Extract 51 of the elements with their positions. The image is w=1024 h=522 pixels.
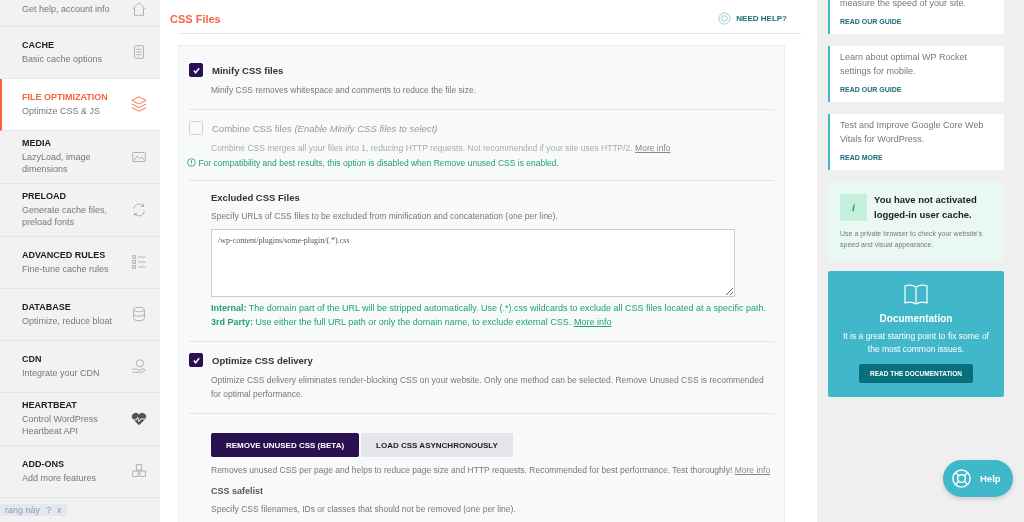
documentation-title: Documentation (879, 313, 953, 324)
info-icon: i (840, 193, 867, 221)
sidebar-item[interactable]: DATABASE Optimize, reduce bloat (0, 289, 160, 341)
lifebuoy-icon (951, 468, 972, 489)
notice-title: You have not activated logged-in user cache. (874, 193, 978, 222)
globe-hand-icon (130, 357, 148, 375)
excluded-files-field[interactable]: /wp-content/plugins/some-plugin/(.*).css (211, 229, 735, 297)
option-description: Optimize CSS delivery eliminates render-blocking CSS on your website. Only one method can be selected. Remove Unused CSS is recommended for optimal performance. (211, 374, 765, 401)
sidebar-item[interactable]: ADD-ONS Add more features (0, 446, 160, 498)
layers-icon (130, 95, 148, 113)
checkbox[interactable] (189, 63, 203, 77)
sidebar-item[interactable]: HEARTBEAT Control WordPress Heartbeat API (0, 393, 160, 446)
database-icon (130, 305, 148, 323)
compatibility-notice: For compatibility and best results, this option is disabled when Remove unused CSS is enabled. (187, 158, 774, 168)
sidebar-item[interactable]: ADVANCED RULES Fine-tune cache rules (0, 237, 160, 289)
checkmark-icon (191, 355, 201, 365)
guide-text: measure the speed of your site. (840, 0, 968, 10)
field-label: Excluded CSS Files (211, 192, 301, 203)
field-description: Specify URLs of CSS files to be excluded from minification and concatenation (one per line). (211, 210, 559, 223)
field-label: CSS safelist (211, 486, 265, 496)
checkmark-icon (191, 65, 201, 75)
option-description: Combine CSS merges all your files into 1, reducing HTTP requests. Not recommended if your site uses HTTP/2. More info (211, 142, 672, 155)
method-tab[interactable]: REMOVE UNUSED CSS (BETA) (211, 433, 360, 457)
option-label: Combine CSS files (Enable Minify CSS files to select) (212, 122, 438, 134)
lifebuoy-icon (718, 12, 732, 25)
sidebar-item[interactable]: MEDIA LazyLoad, image dimensions (0, 131, 160, 184)
option-description: Minify CSS removes whitespace and comments to reduce the file size. (211, 84, 478, 97)
sidebar-item[interactable]: FILE OPTIMIZATION Optimize CSS & JS (0, 79, 160, 131)
boxes-icon (130, 462, 148, 480)
option-label: Optimize CSS delivery (212, 354, 313, 366)
sidebar-item[interactable]: CDN Integrate your CDN (0, 341, 160, 393)
method-description: Removes unused CSS per page and helps to reduce page size and HTTP requests. Recommended for best performance. Test thoroughly! More info (211, 464, 772, 477)
field-help-text: Internal: The domain part of the URL will be stripped automatically. Use (.*).css wildcards to exclude all CSS files located at a specific path. 3rd Party: Use either the full URL path or only the domain name, to exclude external CSS. More info (211, 302, 768, 329)
section-title: CSS Files (170, 12, 221, 25)
field-description: Specify CSS filenames, IDs or classes that should not be removed (one per line). (211, 503, 517, 516)
house-icon (130, 0, 148, 18)
sidebar-item[interactable]: Get help, account info (0, 0, 160, 27)
checkbox[interactable] (189, 353, 203, 367)
option-label: Minify CSS files (212, 64, 284, 76)
documentation-text: It is a great starting point to fix some of the most common issues. (842, 330, 990, 356)
guide-text: Learn about optimal WP Rocket settings for mobile. (840, 51, 968, 78)
translate-text: rang này (4, 505, 42, 515)
book-icon (903, 283, 929, 307)
more-info-link[interactable]: More info (734, 465, 771, 475)
need-help-link[interactable]: NEED HELP? (718, 12, 787, 25)
sidebar-item[interactable]: PRELOAD Generate cache files, preload fonts (0, 184, 160, 237)
guide-text: Test and Improve Google Core Web Vitals for WordPress. (840, 119, 985, 146)
exclamation-icon (187, 158, 196, 167)
method-tab[interactable]: LOAD CSS ASYNCHRONOUSLY (361, 433, 513, 457)
refresh-icon (130, 200, 148, 219)
checklist-icon (130, 253, 148, 271)
